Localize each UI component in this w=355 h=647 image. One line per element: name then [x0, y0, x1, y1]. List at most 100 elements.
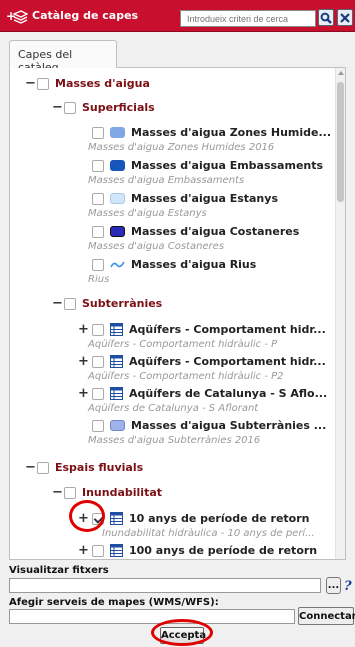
- layer-checkbox[interactable]: [92, 192, 104, 205]
- search-icon: [320, 12, 332, 24]
- search-button[interactable]: [318, 9, 334, 26]
- group-checkbox[interactable]: [37, 77, 49, 90]
- legend-swatch-icon: [110, 226, 125, 237]
- layer-item: Masses d'aigua Subterrànies ...: [92, 419, 326, 432]
- layer-label: Masses d'aigua Zones Humide...: [131, 126, 332, 139]
- group-checkbox[interactable]: [37, 461, 49, 474]
- layer-item: Masses d'aigua Estanys: [92, 192, 278, 205]
- layer-tree-panel: − Masses d'aigua − Superficials Masses d…: [9, 68, 346, 560]
- help-icon[interactable]: ?: [343, 578, 354, 592]
- layer-subtitle: Aqüífers de Catalunya - S Aflorant: [88, 403, 259, 414]
- group-label: Superficials: [82, 101, 155, 114]
- layer-subtitle: Rius: [88, 274, 110, 285]
- file-path-input[interactable]: [9, 578, 321, 593]
- layer-subtitle: Masses d'aigua Costaneres: [88, 241, 225, 252]
- layer-item: Masses d'aigua Rius: [92, 258, 256, 271]
- layer-checkbox[interactable]: [92, 126, 104, 139]
- river-line-icon: [110, 261, 125, 268]
- layer-subtitle: Aqüífers - Comportament hidràulic - P: [88, 339, 278, 350]
- group-label: Subterrànies: [82, 297, 163, 310]
- expand-icon[interactable]: +: [78, 323, 90, 336]
- group-checkbox[interactable]: [64, 297, 76, 310]
- tab-bar: Capes del catàleg: [9, 40, 346, 74]
- annotation-circle: [69, 500, 105, 532]
- group-label: Inundabilitat: [82, 486, 163, 499]
- collapse-icon[interactable]: −: [25, 77, 37, 90]
- layer-checkbox[interactable]: [92, 355, 104, 368]
- layer-checkbox[interactable]: [92, 323, 104, 336]
- tree-group-inundabilitat: − Inundabilitat: [52, 486, 162, 499]
- layer-label: Masses d'aigua Subterrànies ...: [131, 419, 327, 432]
- group-label: Masses d'aigua: [55, 77, 150, 90]
- table-icon: [110, 387, 123, 400]
- layer-label: Aqüífers de Catalunya - S Aflo...: [129, 387, 328, 400]
- annotation-circle: [151, 619, 213, 646]
- table-icon: [110, 355, 123, 368]
- layer-subtitle: Aqüífers - Comportament hidràulic - P2: [88, 371, 284, 382]
- layer-item: Masses d'aigua Zones Humide...: [92, 126, 331, 139]
- layer-subtitle: Masses d'aigua Estanys: [88, 208, 207, 219]
- legend-swatch-icon: [110, 193, 125, 204]
- visualitzar-label: Visualitzar fitxers: [9, 565, 109, 576]
- scroll-up-icon[interactable]: [338, 71, 344, 75]
- collapse-icon[interactable]: −: [52, 486, 64, 499]
- layer-checkbox[interactable]: [92, 159, 104, 172]
- layer-item: + Aqüífers de Catalunya - S Aflo...: [78, 387, 327, 400]
- connect-button[interactable]: Connectar: [298, 607, 355, 625]
- legend-swatch-icon: [110, 420, 125, 431]
- layer-label: Masses d'aigua Estanys: [131, 192, 278, 205]
- dialog-title: Catàleg de capes: [32, 9, 139, 22]
- wms-label: Afegir serveis de mapes (WMS/WFS):: [9, 597, 219, 608]
- tab-capes-del-cataleg[interactable]: Capes del catàleg: [9, 40, 117, 74]
- expand-icon[interactable]: +: [78, 387, 90, 400]
- group-checkbox[interactable]: [64, 486, 76, 499]
- legend-swatch-icon: [110, 127, 125, 138]
- layer-label: Aqüífers - Comportament hidr...: [129, 355, 326, 368]
- layer-item: + Aqüífers - Comportament hidr...: [78, 323, 326, 336]
- browse-button[interactable]: ...: [326, 577, 341, 594]
- layer-checkbox[interactable]: [92, 258, 104, 271]
- layer-checkbox[interactable]: [92, 225, 104, 238]
- vertical-scrollbar[interactable]: [335, 68, 345, 559]
- collapse-icon[interactable]: −: [25, 461, 37, 474]
- layer-subtitle: Masses d'aigua Zones Humides 2016: [88, 142, 275, 153]
- tree-group-superficials: − Superficials: [52, 101, 155, 114]
- layer-label: Masses d'aigua Costaneres: [131, 225, 300, 238]
- wms-url-input[interactable]: [9, 609, 295, 624]
- layer-label: Masses d'aigua Embassaments: [131, 159, 324, 172]
- layer-item: + 10 anys de període de retorn: [78, 512, 309, 525]
- close-icon: [340, 12, 350, 23]
- layer-label: 100 anys de període de retorn: [129, 544, 318, 557]
- title-bar: + Catàleg de capes: [0, 0, 355, 32]
- tree-group-masses-aigua: − Masses d'aigua: [25, 77, 150, 90]
- layer-item: + 100 anys de període de retorn: [78, 544, 317, 557]
- table-icon: [110, 544, 123, 557]
- layer-item: + Aqüífers - Comportament hidr...: [78, 355, 326, 368]
- layer-item: Masses d'aigua Costaneres: [92, 225, 299, 238]
- collapse-icon[interactable]: −: [52, 101, 64, 114]
- close-button[interactable]: [337, 9, 353, 26]
- expand-icon[interactable]: +: [78, 355, 90, 368]
- svg-text:?: ?: [344, 579, 352, 592]
- scrollbar-thumb[interactable]: [337, 82, 344, 202]
- collapse-icon[interactable]: −: [52, 297, 64, 310]
- layer-checkbox[interactable]: [92, 419, 104, 432]
- legend-swatch-icon: [110, 160, 125, 171]
- tree-group-subterranies: − Subterrànies: [52, 297, 162, 310]
- group-checkbox[interactable]: [64, 101, 76, 114]
- layers-icon: +: [6, 9, 28, 24]
- expand-icon[interactable]: +: [78, 544, 90, 557]
- table-icon: [110, 512, 123, 525]
- layer-label: Aqüífers - Comportament hidr...: [129, 323, 326, 336]
- layer-subtitle: Masses d'aigua Subterrànies 2016: [88, 435, 261, 446]
- layer-label: Masses d'aigua Rius: [131, 258, 257, 271]
- layer-checkbox[interactable]: [92, 387, 104, 400]
- tree-group-espais-fluvials: − Espais fluvials: [25, 461, 143, 474]
- layer-checkbox[interactable]: [92, 544, 104, 557]
- group-label: Espais fluvials: [55, 461, 144, 474]
- layer-label: 10 anys de període de retorn: [129, 512, 310, 525]
- layer-subtitle: Inundabilitat hidràulica - 10 anys de pe…: [102, 528, 315, 539]
- search-input[interactable]: [180, 10, 316, 27]
- layer-item: Masses d'aigua Embassaments: [92, 159, 323, 172]
- layer-subtitle: Masses d'aigua Embassaments: [88, 175, 245, 186]
